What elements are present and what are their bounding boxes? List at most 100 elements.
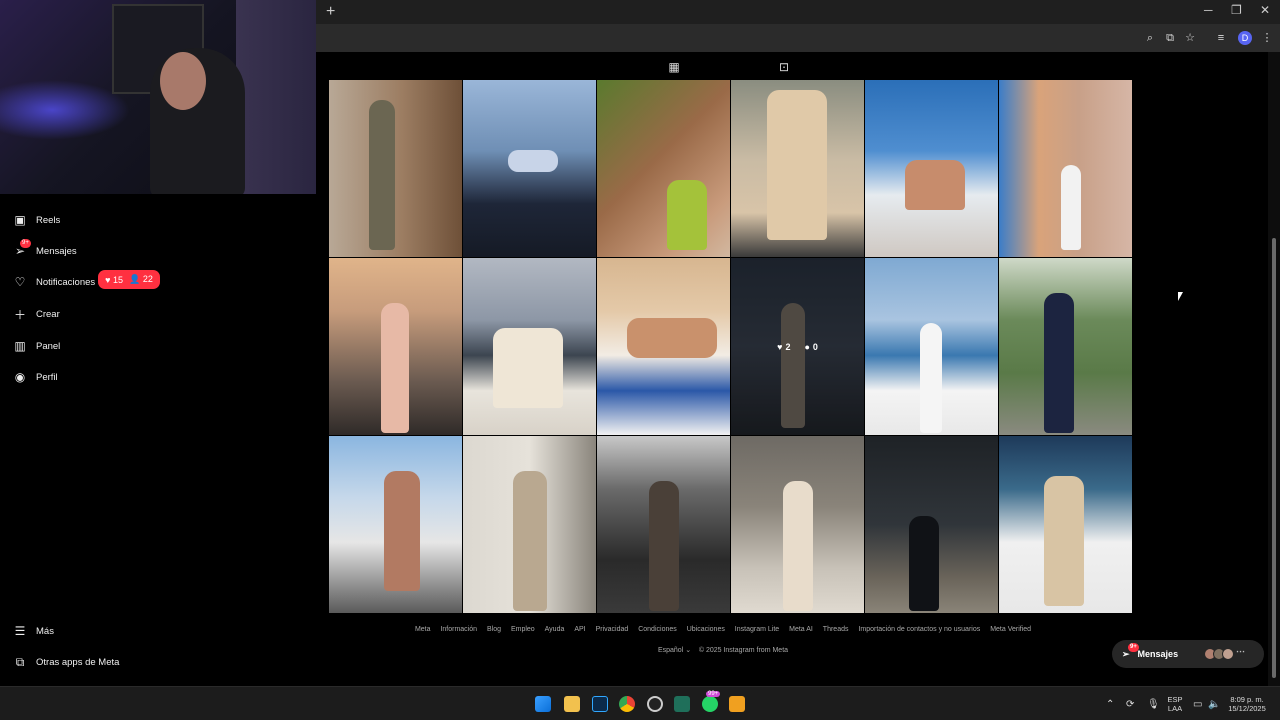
search-icon[interactable]: ⌕: [1143, 31, 1157, 45]
browser-tab-strip: + ─ ❐ ✕: [316, 0, 1280, 24]
post-tile-hovered[interactable]: ♥ 2 ● 0: [731, 258, 864, 435]
language-select-value: Español: [657, 647, 684, 654]
close-window-button[interactable]: ✕: [1260, 3, 1270, 17]
post-tile[interactable]: [463, 80, 596, 257]
post-tile[interactable]: [865, 258, 998, 435]
sidebar: ▣ Reels ➢ 9+ Mensajes ♡ Notificaciones ＋ …: [0, 194, 316, 686]
likes-count: ♥ 15: [105, 274, 123, 285]
clock-date: 15/12/2025: [1228, 704, 1266, 713]
footer-link[interactable]: Ayuda: [545, 626, 565, 633]
menu-dots-icon[interactable]: ⋮: [1260, 31, 1274, 45]
footer-link[interactable]: API: [574, 626, 585, 633]
post-tile[interactable]: [865, 80, 998, 257]
post-tile[interactable]: [463, 258, 596, 435]
whatsapp-icon[interactable]: [702, 696, 718, 712]
footer-link[interactable]: Información: [440, 626, 477, 633]
post-tile[interactable]: [329, 436, 462, 613]
bookmark-star-icon[interactable]: ☆: [1183, 31, 1197, 45]
volume-icon[interactable]: 🔈: [1208, 699, 1220, 710]
photoshop-icon[interactable]: [592, 696, 608, 712]
sidebar-item-mas[interactable]: ☰ Más: [12, 621, 54, 641]
sidebar-item-label: Otras apps de Meta: [36, 656, 120, 668]
post-figure: [513, 471, 547, 611]
sidebar-item-reels[interactable]: ▣ Reels: [12, 210, 60, 230]
footer-link[interactable]: Meta Verified: [990, 626, 1031, 633]
sidebar-item-label: Perfil: [36, 371, 58, 383]
post-tile[interactable]: [597, 80, 730, 257]
post-likes-value: 2: [785, 341, 791, 352]
profile-tabs: ▦ ⊡: [316, 58, 1256, 78]
post-figure: [905, 160, 965, 210]
language-select[interactable]: Español ⌄: [658, 647, 691, 654]
post-tile[interactable]: [329, 258, 462, 435]
post-tile[interactable]: [865, 436, 998, 613]
footer-link[interactable]: Threads: [823, 626, 849, 633]
messages-badge: 9+: [1128, 643, 1139, 652]
footer-link[interactable]: Condiciones: [638, 626, 677, 633]
sidebar-item-perfil[interactable]: ◉ Perfil: [12, 367, 58, 387]
post-tile[interactable]: [999, 258, 1132, 435]
file-explorer-icon[interactable]: [564, 696, 580, 712]
messages-floating-button[interactable]: ➢ 9+ Mensajes ⋯: [1112, 640, 1264, 668]
new-tab-button[interactable]: +: [326, 3, 335, 21]
clock-time: 8:09 p. m.: [1230, 695, 1264, 704]
microphone-icon[interactable]: 🎙: [1147, 699, 1160, 710]
post-likes: ♥ 2: [777, 341, 791, 352]
tagged-icon[interactable]: ⊡: [777, 60, 791, 74]
chevron-up-icon[interactable]: ⌃: [1106, 699, 1114, 710]
footer-link[interactable]: Empleo: [511, 626, 535, 633]
sidebar-item-crear[interactable]: ＋ Crear: [12, 304, 60, 324]
scrollbar-thumb[interactable]: [1272, 238, 1276, 678]
post-figure: [1044, 476, 1084, 606]
sidebar-item-notificaciones[interactable]: ♡ Notificaciones: [12, 272, 96, 292]
post-figure: [649, 481, 679, 611]
sidebar-item-label: Reels: [36, 214, 61, 226]
more-dots-icon[interactable]: ⋯: [1236, 646, 1245, 657]
profile-avatar-button[interactable]: D: [1238, 31, 1252, 45]
mouse-cursor: [1178, 292, 1183, 301]
grid-icon[interactable]: ▦: [667, 60, 681, 74]
sidebar-item-panel[interactable]: ▥ Panel: [12, 336, 60, 356]
notifications-popup[interactable]: ♥ 15 👤 22: [98, 270, 160, 289]
app-icon[interactable]: [729, 696, 745, 712]
avatar: [1222, 648, 1234, 660]
maximize-button[interactable]: ❐: [1231, 3, 1242, 17]
post-tile[interactable]: [597, 436, 730, 613]
sidebar-item-otras-apps[interactable]: ⧉ Otras apps de Meta: [12, 652, 120, 672]
post-tile[interactable]: [731, 80, 864, 257]
post-tile[interactable]: [731, 436, 864, 613]
install-icon[interactable]: ⧉: [1163, 31, 1177, 45]
media-icon[interactable]: ≡: [1214, 31, 1228, 45]
post-tile[interactable]: [999, 436, 1132, 613]
minimize-button[interactable]: ─: [1204, 3, 1213, 17]
clock[interactable]: 8:09 p. m. 15/12/2025: [1222, 695, 1272, 713]
lang-top: ESP: [1167, 695, 1183, 704]
sync-icon[interactable]: ⟳: [1126, 699, 1134, 710]
footer-link[interactable]: Ubicaciones: [687, 626, 725, 633]
profile-avatar-icon: ◉: [14, 370, 26, 384]
sidebar-item-mensajes[interactable]: ➢ 9+ Mensajes: [12, 239, 77, 261]
footer-link[interactable]: Instagram Lite: [735, 626, 779, 633]
browser-toolbar: ⌕ ⧉ ☆ ≡ D ⋮: [316, 24, 1280, 52]
post-tile[interactable]: [329, 80, 462, 257]
page-scrollbar[interactable]: [1268, 52, 1280, 686]
footer-link[interactable]: Meta: [415, 626, 431, 633]
footer-link[interactable]: Blog: [487, 626, 501, 633]
messenger-icon: ➢ 9+: [14, 239, 31, 258]
hamburger-icon: ☰: [14, 624, 26, 638]
footer-link[interactable]: Importación de contactos y no usuarios: [858, 626, 980, 633]
post-figure: [920, 323, 942, 433]
post-tile[interactable]: [999, 80, 1132, 257]
post-tile[interactable]: [463, 436, 596, 613]
footer-link[interactable]: Meta AI: [789, 626, 813, 633]
obs-icon[interactable]: [647, 696, 663, 712]
input-language[interactable]: ESP LAA: [1164, 695, 1186, 713]
start-icon[interactable]: [535, 696, 551, 712]
chrome-icon[interactable]: [619, 696, 635, 712]
monitor-icon[interactable]: ▭: [1193, 699, 1202, 710]
sidebar-item-label: Panel: [36, 340, 61, 352]
whatsapp-badge: 99+: [706, 691, 721, 697]
app-icon[interactable]: [674, 696, 690, 712]
footer-link[interactable]: Privacidad: [596, 626, 629, 633]
post-tile[interactable]: [597, 258, 730, 435]
